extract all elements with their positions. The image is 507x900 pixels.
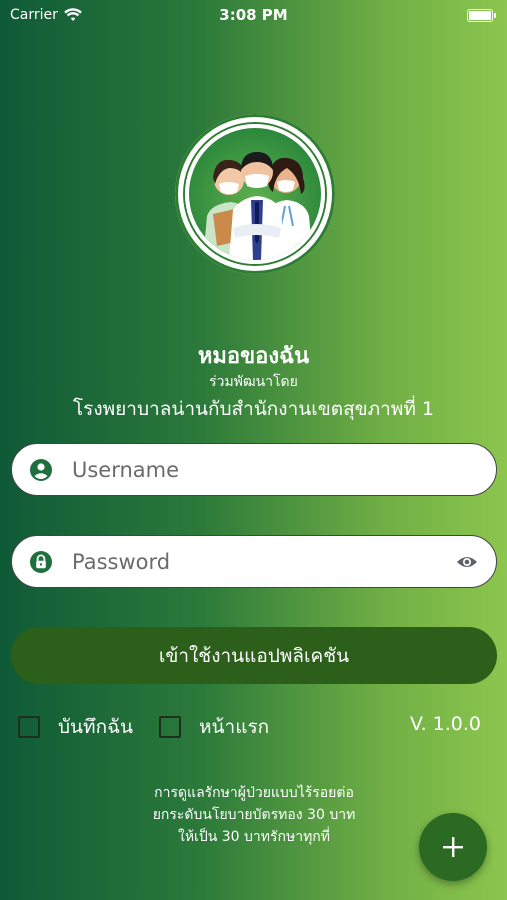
login-button[interactable]: เข้าใช้งานแอปพลิเคชัน: [11, 627, 497, 684]
user-circle-icon: [28, 457, 54, 483]
organization-name: โรงพยาบาลน่านกับสำนักงานเขตสุขภาพที่ 1: [72, 398, 435, 420]
doctors-illustration: [203, 152, 313, 260]
footer-line-3: ให้เป็น 30 บาทรักษาทุกที่: [177, 829, 331, 845]
app-logo: [161, 114, 349, 274]
status-time: 3:08 PM: [219, 6, 288, 24]
app-subtitle: ร่วมพัฒนาโดย: [209, 374, 298, 390]
eye-icon[interactable]: [454, 549, 480, 575]
home-page-label: หน้าแรก: [199, 716, 270, 738]
footer-slogan: การดูแลรักษาผู้ป่วยแบบไร้รอยต่อ ยกระดับน…: [120, 782, 388, 848]
plus-icon: [443, 837, 463, 857]
add-fab-button[interactable]: [419, 813, 487, 881]
password-input[interactable]: [72, 549, 454, 574]
footer-line-2: ยกระดับนโยบายบัตรทอง 30 บาท: [152, 807, 356, 823]
footer-line-1: การดูแลรักษาผู้ป่วยแบบไร้รอยต่อ: [154, 785, 354, 801]
options-row: บันทึกฉัน หน้าแรก: [18, 712, 295, 742]
app-title: หมอของฉัน: [197, 344, 310, 369]
home-page-checkbox[interactable]: [159, 716, 182, 738]
battery-icon: [467, 8, 496, 22]
password-field[interactable]: [11, 535, 497, 588]
status-bar: Carrier 3:08 PM: [0, 0, 507, 30]
app-version: V. 1.0.0: [410, 713, 481, 735]
remember-me-checkbox[interactable]: [18, 716, 40, 738]
lock-icon: [28, 549, 54, 575]
username-input[interactable]: [72, 457, 480, 482]
remember-me-label: บันทึกฉัน: [58, 716, 134, 738]
username-field[interactable]: [11, 443, 497, 496]
